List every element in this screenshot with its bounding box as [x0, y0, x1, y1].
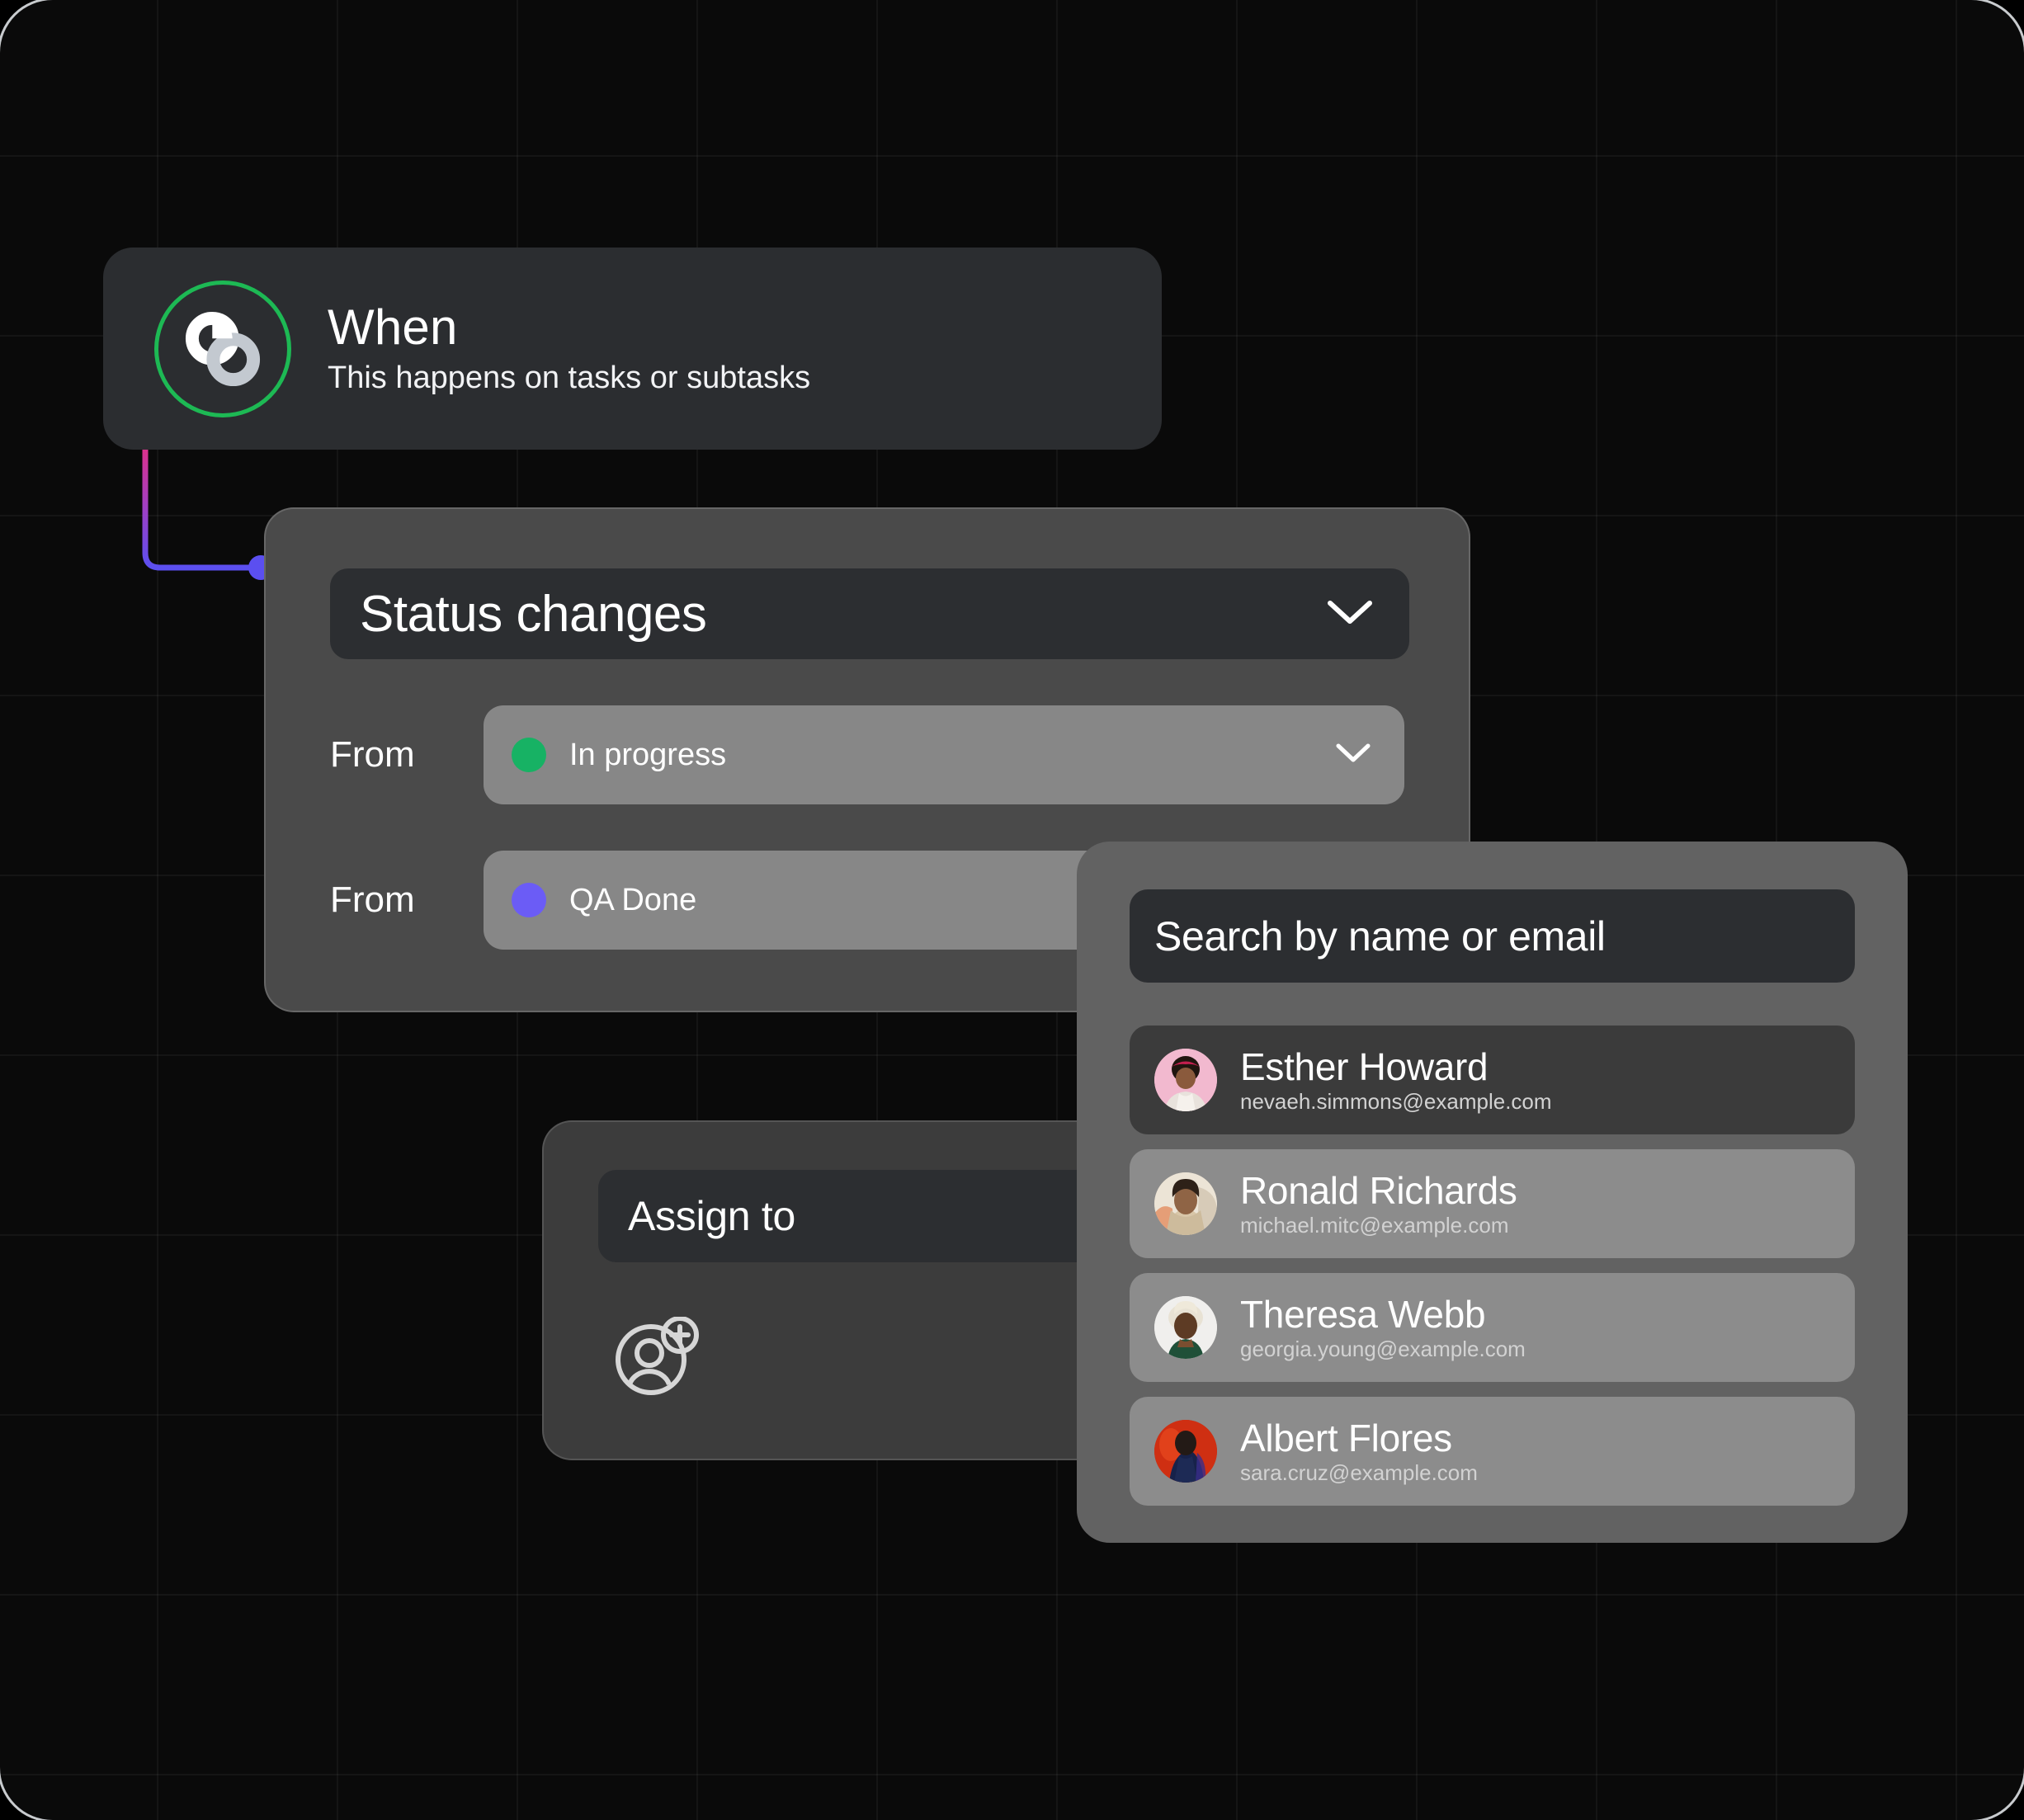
automation-canvas: When This happens on tasks or subtasks S…	[0, 0, 2024, 1820]
avatar	[1154, 1296, 1217, 1359]
trigger-card[interactable]: When This happens on tasks or subtasks	[103, 248, 1162, 450]
trigger-title: When	[328, 301, 810, 353]
status-dot-qa-done	[512, 883, 546, 917]
user-name: Theresa Webb	[1240, 1294, 1526, 1336]
condition-label-from-2: From	[330, 879, 452, 921]
condition-label-from-1: From	[330, 734, 452, 776]
user-email: georgia.young@example.com	[1240, 1337, 1526, 1361]
list-item[interactable]: Ronald Richards michael.mitc@example.com	[1130, 1149, 1855, 1258]
user-name: Ronald Richards	[1240, 1171, 1517, 1212]
add-person-icon[interactable]	[611, 1317, 702, 1399]
user-list: Esther Howard nevaeh.simmons@example.com	[1130, 1026, 1855, 1506]
user-email: sara.cruz@example.com	[1240, 1461, 1478, 1485]
trigger-subtitle: This happens on tasks or subtasks	[328, 361, 810, 396]
linked-circles-icon	[154, 281, 291, 417]
avatar	[1154, 1420, 1217, 1483]
user-email: michael.mitc@example.com	[1240, 1214, 1517, 1238]
list-item[interactable]: Theresa Webb georgia.young@example.com	[1130, 1273, 1855, 1382]
chevron-down-icon	[1335, 742, 1371, 769]
status-from-value-1: In progress	[569, 738, 726, 773]
trigger-text-group: When This happens on tasks or subtasks	[328, 301, 810, 396]
chevron-down-icon	[1327, 598, 1373, 630]
status-changes-select[interactable]: Status changes	[330, 568, 1409, 659]
search-placeholder-text: Search by name or email	[1154, 912, 1606, 960]
search-input[interactable]: Search by name or email	[1130, 889, 1855, 983]
avatar	[1154, 1049, 1217, 1111]
condition-row-from-1: From In progress	[330, 705, 1404, 804]
status-from-value-2: QA Done	[569, 883, 696, 918]
avatar	[1154, 1172, 1217, 1235]
user-picker-panel: Search by name or email Esther Howard	[1077, 842, 1908, 1543]
user-email: nevaeh.simmons@example.com	[1240, 1090, 1552, 1114]
assign-to-label: Assign to	[628, 1192, 795, 1240]
status-changes-label: Status changes	[360, 585, 706, 644]
status-dot-in-progress	[512, 738, 546, 772]
user-name: Albert Flores	[1240, 1418, 1478, 1459]
user-name: Esther Howard	[1240, 1047, 1552, 1088]
list-item[interactable]: Esther Howard nevaeh.simmons@example.com	[1130, 1026, 1855, 1134]
status-from-select-1[interactable]: In progress	[484, 705, 1404, 804]
list-item[interactable]: Albert Flores sara.cruz@example.com	[1130, 1397, 1855, 1506]
